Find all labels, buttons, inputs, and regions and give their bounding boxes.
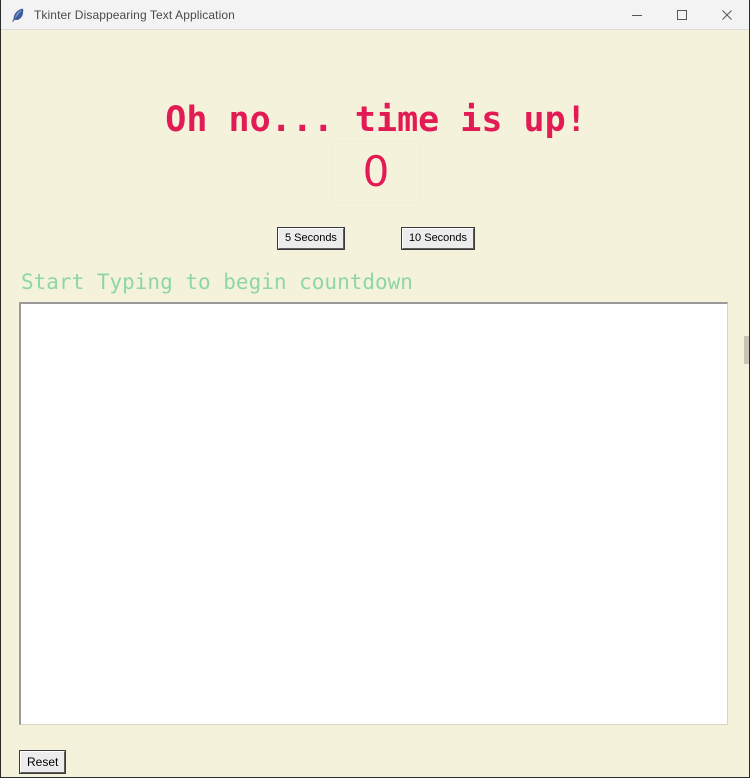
app-window: Tkinter Disappearing Text Application Oh… (0, 0, 750, 778)
countdown-value: 0 (362, 147, 390, 196)
window-title: Tkinter Disappearing Text Application (34, 7, 235, 22)
reset-button[interactable]: Reset (20, 751, 66, 773)
scrollbar-nub[interactable] (744, 336, 749, 364)
countdown-frame: 0 (332, 141, 420, 203)
tk-feather-icon (10, 7, 26, 23)
maximize-icon[interactable] (659, 0, 704, 30)
window-controls (614, 0, 749, 30)
client-area: Oh no... time is up! 0 5 Seconds 10 Seco… (1, 30, 749, 777)
duration-button-5-seconds[interactable]: 5 Seconds (277, 228, 344, 249)
typing-prompt: Start Typing to begin countdown (21, 270, 413, 294)
text-editor-input[interactable] (21, 304, 727, 724)
close-icon[interactable] (704, 0, 749, 30)
duration-button-10-seconds[interactable]: 10 Seconds (401, 228, 475, 249)
text-editor-frame (19, 302, 728, 725)
headline-message: Oh no... time is up! (165, 100, 587, 140)
minimize-icon[interactable] (614, 0, 659, 30)
duration-button-row: 5 Seconds 10 Seconds (1, 228, 749, 249)
reset-button-wrap: Reset (20, 751, 66, 773)
title-bar: Tkinter Disappearing Text Application (1, 0, 749, 30)
